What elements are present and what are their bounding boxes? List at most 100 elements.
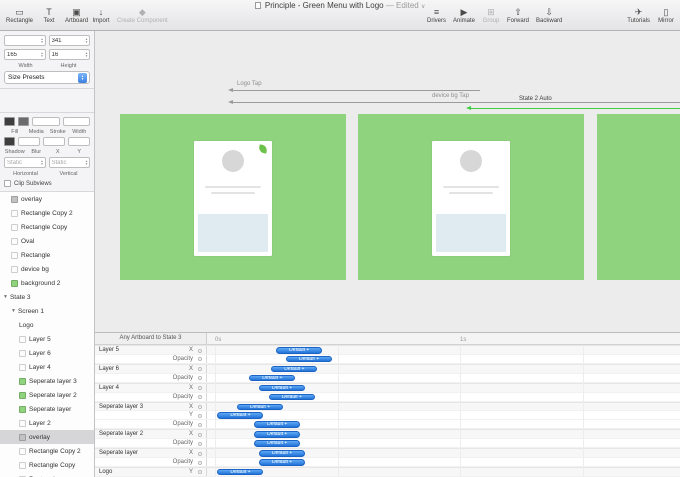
timeline-track[interactable]: Default + bbox=[207, 411, 680, 419]
keyframe-pill[interactable]: Default + bbox=[269, 394, 315, 401]
layer-item-rectangle-copy[interactable]: Rectangle Copy bbox=[0, 220, 94, 234]
disclosure-triangle-icon[interactable]: ▼ bbox=[3, 294, 8, 300]
width-field[interactable]: 165 ▲▼ bbox=[4, 49, 46, 60]
keyframe-dot[interactable] bbox=[198, 395, 202, 399]
media-swatch[interactable] bbox=[18, 117, 29, 126]
keyframe-dot[interactable] bbox=[198, 442, 202, 446]
transition-arrow-state-2-auto[interactable] bbox=[470, 108, 680, 109]
vertical-resize-dropdown[interactable]: Static ▲▼ bbox=[49, 157, 91, 168]
timeline-transition-title[interactable]: Any Artboard to State 3 bbox=[95, 333, 207, 344]
artboard-1[interactable] bbox=[120, 114, 346, 280]
toolbar-button-drivers[interactable]: ≡Drivers bbox=[425, 7, 448, 24]
stepper-icon[interactable]: ▲▼ bbox=[85, 38, 88, 44]
keyframe-dot[interactable] bbox=[198, 349, 202, 353]
keyframe-pill[interactable]: Default + bbox=[249, 375, 295, 382]
toolbar-button-rectangle[interactable]: ▭Rectangle bbox=[4, 7, 35, 24]
keyframe-dot[interactable] bbox=[198, 433, 202, 437]
layer-item-layer-6[interactable]: Layer 6 bbox=[0, 346, 94, 360]
timeline-track[interactable]: Default + bbox=[207, 355, 680, 363]
timeline-track[interactable]: Default + bbox=[207, 374, 680, 382]
layer-item-seperate-layer[interactable]: Seperate layer bbox=[0, 402, 94, 416]
layer-item-device-bg[interactable]: device bg bbox=[0, 262, 94, 276]
stroke-width-field[interactable] bbox=[63, 117, 91, 126]
keyframe-pill[interactable]: Default + bbox=[237, 404, 283, 411]
height-field[interactable]: 16 ▲▼ bbox=[49, 49, 91, 60]
keyframe-pill[interactable]: Default + bbox=[276, 347, 322, 354]
artboard-3[interactable] bbox=[597, 114, 680, 280]
keyframe-dot[interactable] bbox=[198, 357, 202, 361]
layer-item-seperate-layer-3[interactable]: Seperate layer 3 bbox=[0, 374, 94, 388]
shadow-blur-field[interactable] bbox=[18, 137, 40, 146]
layer-item-logo[interactable]: Logo bbox=[0, 318, 94, 332]
stepper-icon[interactable]: ▲▼ bbox=[41, 52, 44, 58]
stepper-icon[interactable]: ▲▼ bbox=[41, 38, 44, 44]
fill-swatch[interactable] bbox=[4, 117, 15, 126]
toolbar-button-group[interactable]: ⊞Group bbox=[480, 7, 502, 24]
shadow-x-field[interactable] bbox=[43, 137, 65, 146]
transition-arrow-device-bg-tap[interactable] bbox=[232, 102, 680, 103]
toolbar-button-forward[interactable]: ⇧Forward bbox=[505, 7, 531, 24]
disclosure-triangle-icon[interactable]: ▼ bbox=[11, 308, 16, 314]
size-presets-dropdown[interactable]: Size Presets ▲▼ bbox=[4, 71, 90, 84]
keyframe-dot[interactable] bbox=[198, 367, 202, 371]
layer-item-layer-4[interactable]: Layer 4 bbox=[0, 360, 94, 374]
keyframe-pill[interactable]: Default + bbox=[217, 469, 263, 476]
clip-subviews-checkbox[interactable] bbox=[4, 180, 11, 187]
toolbar-button-animate[interactable]: ▶Animate bbox=[451, 7, 477, 24]
keyframe-dot[interactable] bbox=[198, 386, 202, 390]
layer-item-rectangle-copy[interactable]: Rectangle Copy bbox=[0, 458, 94, 472]
layer-item-state-3[interactable]: ▼State 3 bbox=[0, 290, 94, 304]
toolbar-button-tutorials[interactable]: ✈Tutorials bbox=[625, 7, 652, 24]
keyframe-pill[interactable]: Default + bbox=[259, 385, 305, 392]
shadow-y-field[interactable] bbox=[68, 137, 90, 146]
keyframe-pill[interactable]: Default + bbox=[254, 440, 300, 447]
layer-item-rectangle-copy-2[interactable]: Rectangle Copy 2 bbox=[0, 206, 94, 220]
keyframe-dot[interactable] bbox=[198, 461, 202, 465]
timeline-track[interactable]: Default + bbox=[207, 439, 680, 447]
keyframe-pill[interactable]: Default + bbox=[254, 421, 300, 428]
canvas[interactable]: Logo Tapdevice bg TapState 2 Auto bbox=[95, 31, 680, 332]
keyframe-dot[interactable] bbox=[198, 405, 202, 409]
timeline-ruler[interactable]: 0s1s2s bbox=[207, 333, 680, 344]
timeline-track[interactable]: Default + bbox=[207, 365, 680, 373]
stepper-icon[interactable]: ▲▼ bbox=[85, 52, 88, 58]
y-field[interactable]: 341 ▲▼ bbox=[49, 35, 91, 46]
toolbar-button-create-component[interactable]: ◆Create Component bbox=[115, 7, 170, 24]
timeline-track[interactable]: Default + bbox=[207, 403, 680, 411]
layer-item-seperate-layer-2[interactable]: Seperate layer 2 bbox=[0, 388, 94, 402]
layer-item-layer-5[interactable]: Layer 5 bbox=[0, 332, 94, 346]
keyframe-pill[interactable]: Default + bbox=[259, 450, 305, 457]
toolbar-button-mirror[interactable]: ▯Mirror bbox=[655, 7, 677, 24]
keyframe-dot[interactable] bbox=[198, 452, 202, 456]
layer-item-overlay[interactable]: overlay bbox=[0, 192, 94, 206]
layer-item-layer-2[interactable]: Layer 2 bbox=[0, 416, 94, 430]
keyframe-dot[interactable] bbox=[198, 423, 202, 427]
transition-arrow-logo-tap[interactable] bbox=[232, 90, 480, 91]
timeline-track[interactable]: Default + bbox=[207, 449, 680, 457]
toolbar-button-text[interactable]: TText bbox=[38, 7, 60, 24]
layer-item-background-2[interactable]: background 2 bbox=[0, 276, 94, 290]
layer-item-overlay[interactable]: overlay bbox=[0, 430, 94, 444]
timeline-track[interactable]: Default + bbox=[207, 458, 680, 466]
timeline-track[interactable]: Default + bbox=[207, 393, 680, 401]
keyframe-dot[interactable] bbox=[198, 470, 202, 474]
keyframe-pill[interactable]: Default + bbox=[259, 459, 305, 466]
x-field[interactable]: ▲▼ bbox=[4, 35, 46, 46]
timeline-track[interactable]: Default + bbox=[207, 346, 680, 354]
keyframe-dot[interactable] bbox=[198, 376, 202, 380]
layer-item-rectangle-copy-2[interactable]: Rectangle Copy 2 bbox=[0, 444, 94, 458]
stroke-field[interactable] bbox=[32, 117, 60, 126]
horizontal-resize-dropdown[interactable]: Static ▲▼ bbox=[4, 157, 46, 168]
layer-item-screen-1[interactable]: ▼Screen 1 bbox=[0, 304, 94, 318]
toolbar-button-artboard[interactable]: ▣Artboard bbox=[63, 7, 90, 24]
layer-item-rectangle[interactable]: Rectangle bbox=[0, 472, 94, 477]
timeline-track[interactable]: Default + bbox=[207, 430, 680, 438]
shadow-swatch[interactable] bbox=[4, 137, 15, 146]
keyframe-dot[interactable] bbox=[198, 414, 202, 418]
timeline-track[interactable]: Default + bbox=[207, 384, 680, 392]
keyframe-pill[interactable]: Default + bbox=[217, 412, 263, 419]
timeline-track[interactable]: Default + bbox=[207, 420, 680, 428]
layer-item-oval[interactable]: Oval bbox=[0, 234, 94, 248]
keyframe-pill[interactable]: Default + bbox=[254, 431, 300, 438]
toolbar-button-backward[interactable]: ⇩Backward bbox=[534, 7, 564, 24]
